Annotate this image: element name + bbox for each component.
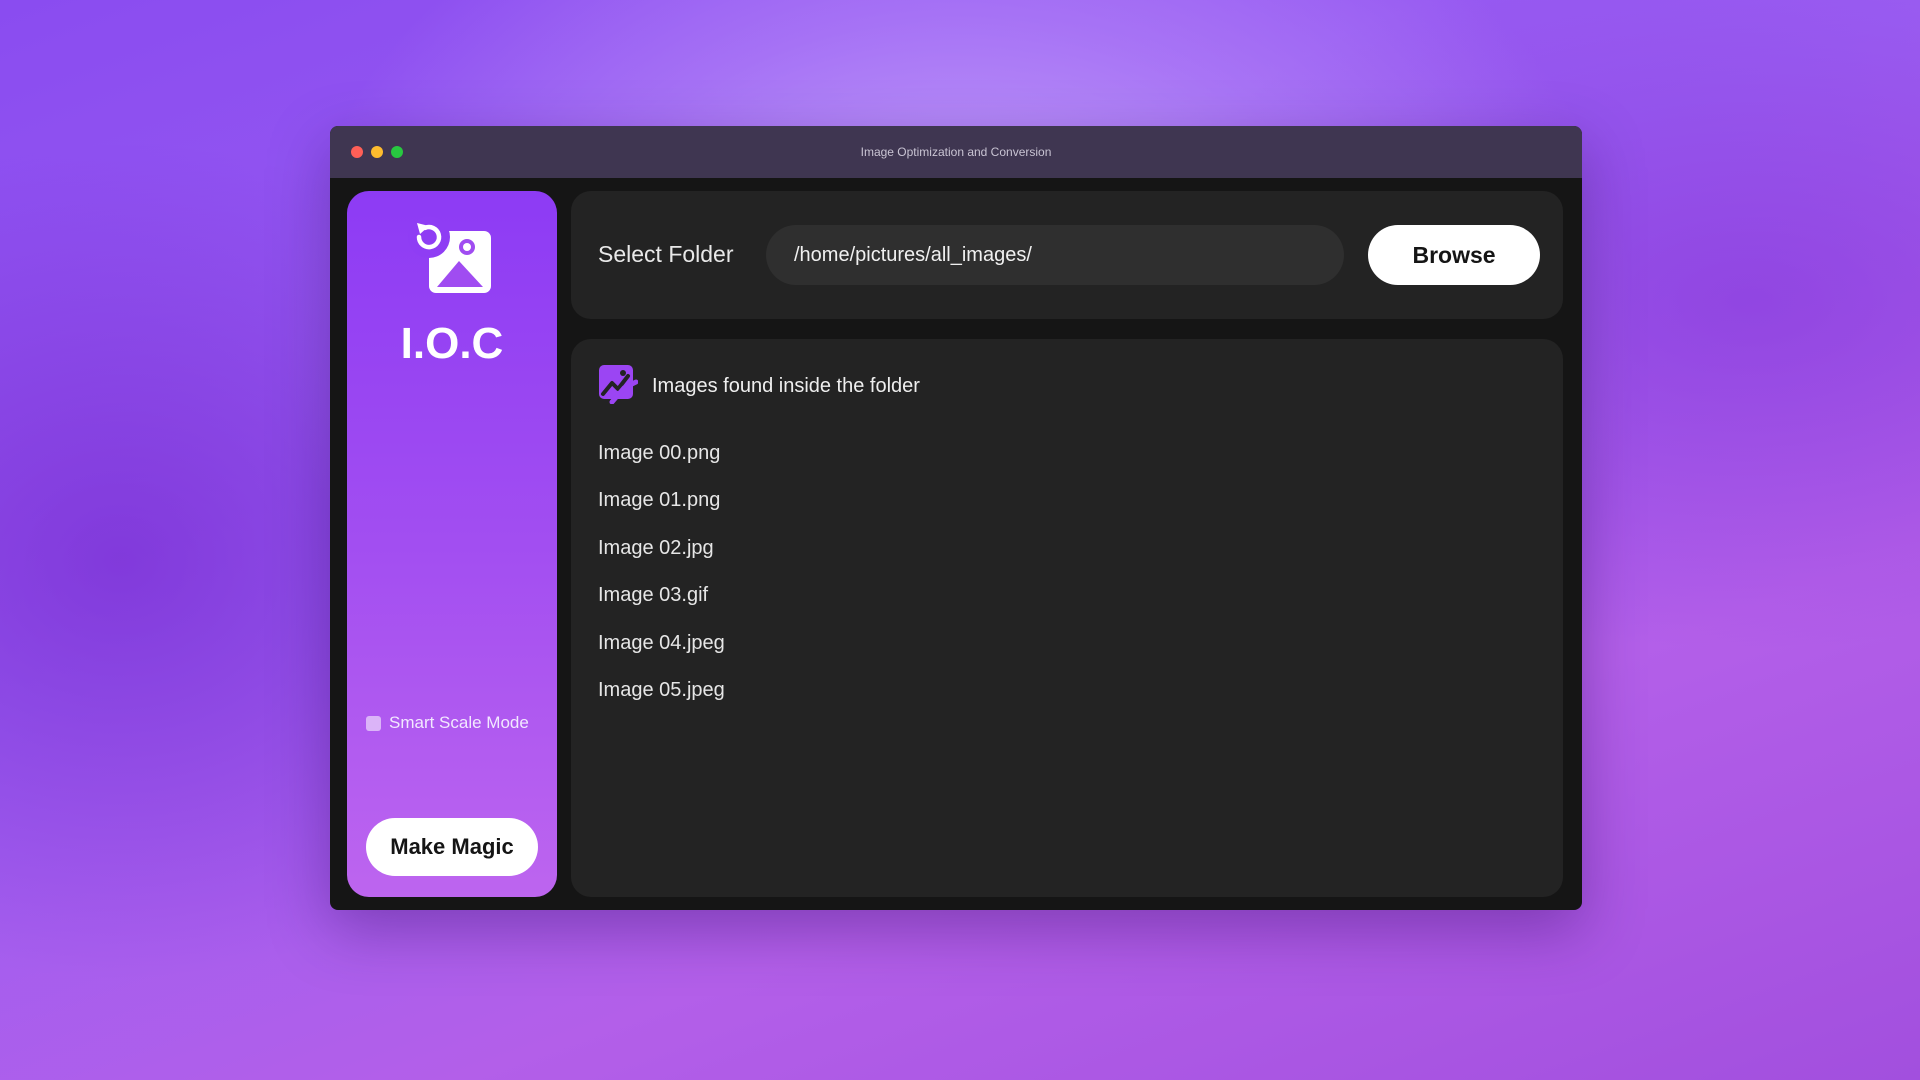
image-convert-icon xyxy=(407,215,497,299)
window-title: Image Optimization and Conversion xyxy=(860,145,1052,159)
smart-scale-label: Smart Scale Mode xyxy=(389,713,529,732)
images-icon xyxy=(598,364,639,408)
file-list-item[interactable]: Image 02.jpg xyxy=(598,536,725,583)
window-controls xyxy=(351,146,403,158)
sidebar: I.O.C Smart Scale Mode Make Magic xyxy=(347,191,557,897)
file-list-item[interactable]: Image 05.jpeg xyxy=(598,678,725,725)
maximize-window-button[interactable] xyxy=(391,146,403,158)
select-folder-label: Select Folder xyxy=(598,241,734,267)
make-magic-button[interactable]: Make Magic xyxy=(366,818,538,876)
file-list: Image 00.png Image 01.png Image 02.jpg Imag… xyxy=(598,441,725,725)
images-panel: Images found inside the folder Image 00.… xyxy=(571,339,1563,897)
window-content: I.O.C Smart Scale Mode Make Magic Select… xyxy=(330,178,1582,910)
folder-path-input[interactable] xyxy=(766,225,1344,285)
file-list-item[interactable]: Image 04.jpeg xyxy=(598,631,725,678)
minimize-window-button[interactable] xyxy=(371,146,383,158)
title-bar: Image Optimization and Conversion xyxy=(330,126,1582,178)
file-list-item[interactable]: Image 01.png xyxy=(598,488,725,535)
smart-scale-checkbox[interactable] xyxy=(366,715,381,731)
images-title: Images found inside the folder xyxy=(652,374,920,397)
folder-panel: Select Folder Browse xyxy=(571,191,1563,319)
file-list-item[interactable]: Image 00.png xyxy=(598,441,725,488)
app-window: Image Optimization and Conversion I.O.C xyxy=(330,126,1582,910)
browse-button[interactable]: Browse xyxy=(1368,225,1540,285)
smart-scale-toggle[interactable]: Smart Scale Mode xyxy=(366,713,529,733)
images-header: Images found inside the folder xyxy=(598,364,920,408)
file-list-item[interactable]: Image 03.gif xyxy=(598,583,725,630)
app-name: I.O.C xyxy=(400,319,504,368)
close-window-button[interactable] xyxy=(351,146,363,158)
